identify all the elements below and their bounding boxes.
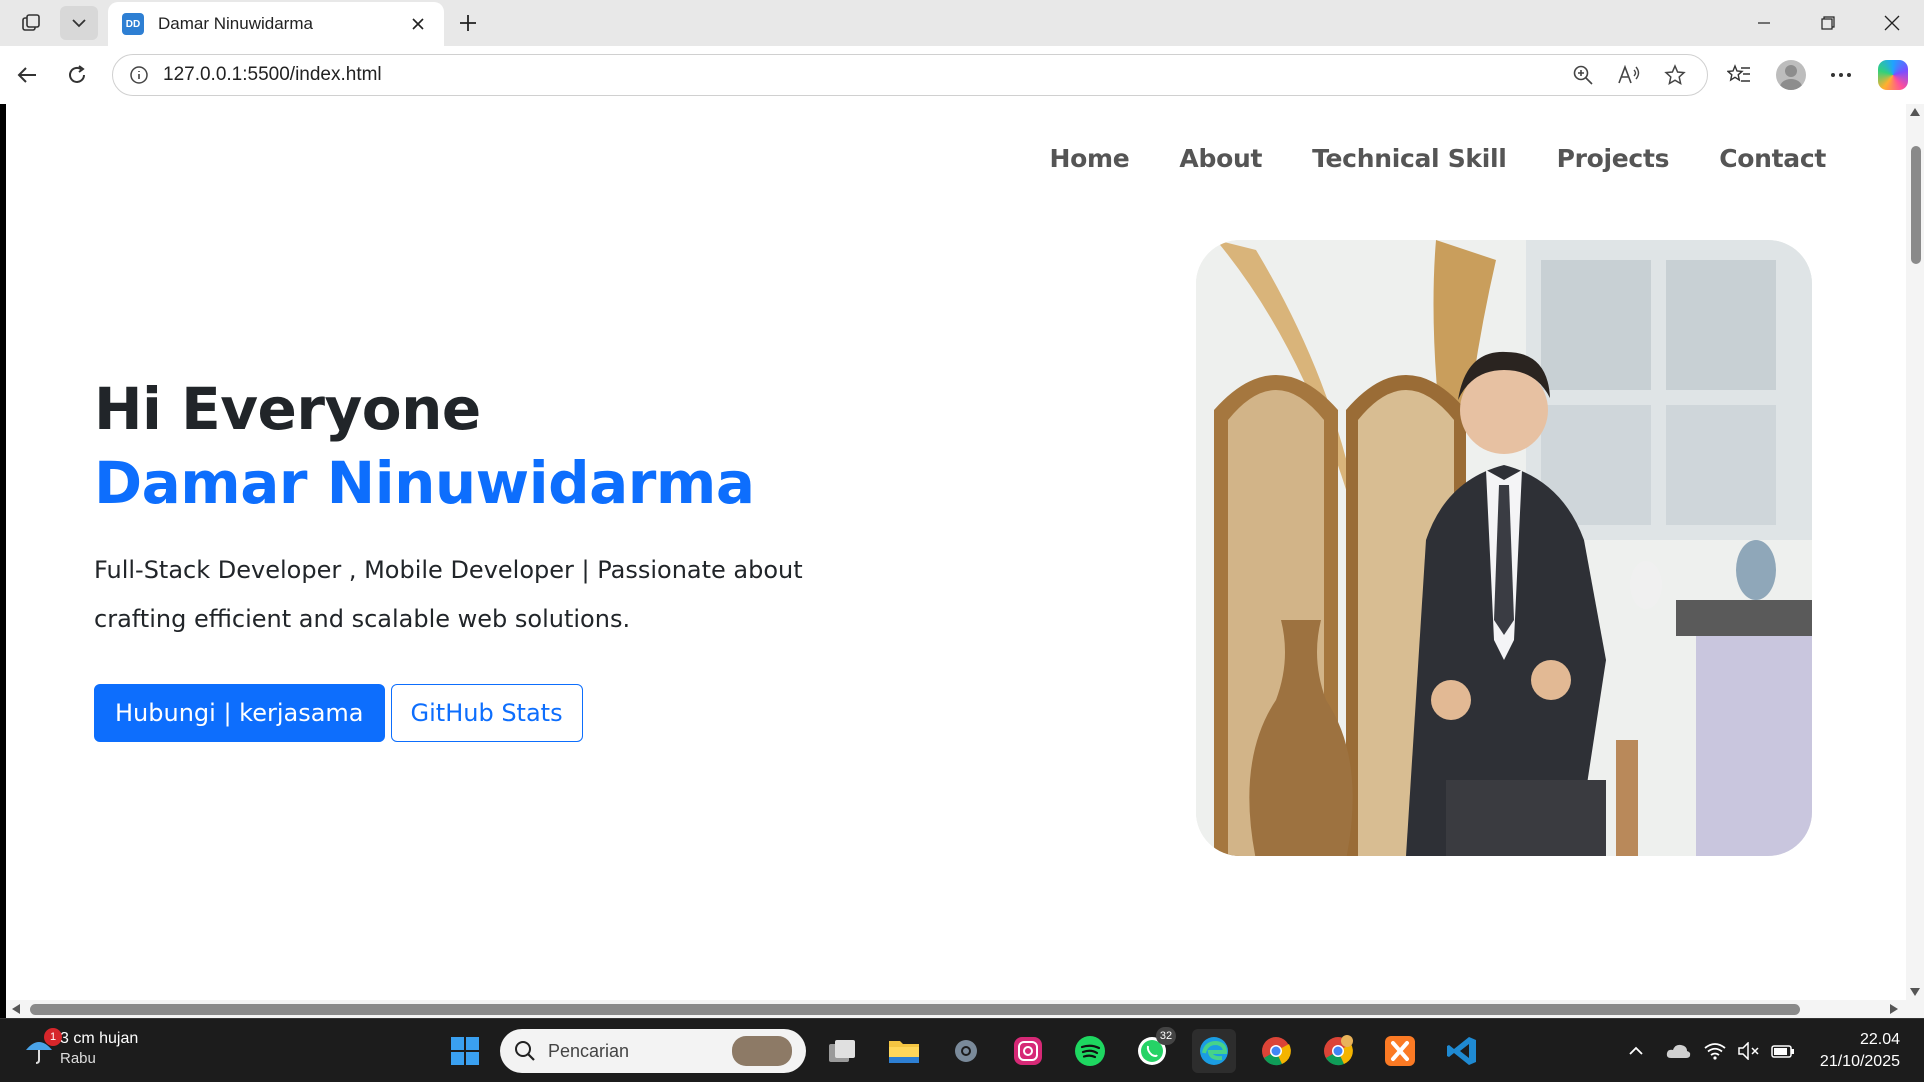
weather-day: Rabu bbox=[60, 1050, 96, 1067]
clock-time: 22.04 bbox=[1859, 1031, 1900, 1048]
nav-contact[interactable]: Contact bbox=[1719, 144, 1826, 173]
address-bar[interactable]: 127.0.0.1:5500/index.html bbox=[112, 54, 1708, 96]
windows-taskbar: 1 3 cm hujan Rabu Pencarian 32 22.04 21/… bbox=[0, 1018, 1924, 1082]
onedrive-cloud-icon[interactable] bbox=[1658, 1029, 1698, 1073]
wifi-icon[interactable] bbox=[1698, 1029, 1732, 1073]
windows-start-icon[interactable] bbox=[443, 1029, 487, 1073]
edge-browser-icon[interactable] bbox=[1192, 1029, 1236, 1073]
site-info-icon[interactable] bbox=[129, 65, 149, 85]
reload-icon[interactable] bbox=[60, 58, 94, 92]
site-navbar: Home About Technical Skill Projects Cont… bbox=[1050, 144, 1827, 173]
task-view-icon[interactable] bbox=[820, 1029, 864, 1073]
contact-button[interactable]: Hubungi | kerjasama bbox=[94, 684, 385, 742]
file-explorer-icon[interactable] bbox=[882, 1029, 926, 1073]
hero-name: Damar Ninuwidarma bbox=[94, 449, 755, 517]
url-text[interactable]: 127.0.0.1:5500/index.html bbox=[163, 64, 1553, 86]
profile-avatar[interactable] bbox=[1772, 56, 1810, 94]
chrome-icon[interactable] bbox=[1254, 1029, 1298, 1073]
vscode-icon[interactable] bbox=[1440, 1029, 1484, 1073]
new-tab-plus-icon[interactable] bbox=[450, 6, 486, 40]
restore-icon[interactable] bbox=[1796, 0, 1860, 46]
volume-muted-icon[interactable] bbox=[1732, 1029, 1766, 1073]
zoom-icon[interactable] bbox=[1567, 59, 1599, 91]
browser-titlebar: DD Damar Ninuwidarma bbox=[0, 0, 1924, 46]
weather-badge: 1 bbox=[44, 1028, 62, 1046]
horizontal-scroll-thumb[interactable] bbox=[30, 1004, 1800, 1015]
nav-about[interactable]: About bbox=[1179, 144, 1262, 173]
show-hidden-icons-chevron-icon[interactable] bbox=[1614, 1029, 1658, 1073]
favorite-star-icon[interactable] bbox=[1659, 59, 1691, 91]
weather-temp: 3 cm hujan bbox=[60, 1030, 139, 1047]
workspaces-icon[interactable] bbox=[12, 6, 50, 40]
page-viewport: Home About Technical Skill Projects Cont… bbox=[6, 104, 1924, 1018]
instagram-icon[interactable] bbox=[1006, 1029, 1050, 1073]
close-tab-icon[interactable] bbox=[406, 12, 430, 36]
hero-tagline: Full-Stack Developer , Mobile Developer … bbox=[94, 556, 803, 633]
system-tray: 22.04 21/10/2025 bbox=[1614, 1019, 1924, 1082]
nav-technical-skill[interactable]: Technical Skill bbox=[1312, 144, 1507, 173]
battery-icon[interactable] bbox=[1766, 1029, 1800, 1073]
favorites-list-icon[interactable] bbox=[1720, 56, 1758, 94]
vertical-scroll-thumb[interactable] bbox=[1911, 146, 1921, 264]
system-clock[interactable]: 22.04 21/10/2025 bbox=[1820, 1029, 1900, 1073]
settings-gear-icon[interactable] bbox=[944, 1029, 988, 1073]
nav-home[interactable]: Home bbox=[1050, 144, 1130, 173]
taskbar-search[interactable]: Pencarian bbox=[500, 1029, 806, 1073]
favicon-icon: DD bbox=[122, 13, 144, 35]
search-icon bbox=[515, 1041, 535, 1061]
whatsapp-badge: 32 bbox=[1156, 1027, 1176, 1045]
spotify-icon[interactable] bbox=[1068, 1029, 1112, 1073]
hero-buttons: Hubungi | kerjasama GitHub Stats bbox=[94, 684, 914, 742]
back-arrow-icon[interactable] bbox=[10, 58, 44, 92]
chrome-profile-icon[interactable] bbox=[1316, 1029, 1360, 1073]
hero-greeting: Hi Everyone bbox=[94, 375, 481, 443]
search-placeholder: Pencarian bbox=[548, 1040, 630, 1061]
github-stats-button[interactable]: GitHub Stats bbox=[390, 684, 583, 742]
weather-widget[interactable]: 1 3 cm hujan Rabu bbox=[22, 1028, 139, 1069]
minimize-icon[interactable] bbox=[1732, 0, 1796, 46]
profile-photo bbox=[1196, 240, 1812, 856]
xampp-icon[interactable] bbox=[1378, 1029, 1422, 1073]
whatsapp-icon[interactable]: 32 bbox=[1130, 1027, 1176, 1073]
search-highlight-image bbox=[732, 1036, 792, 1066]
more-menu-icon[interactable] bbox=[1822, 56, 1860, 94]
rain-umbrella-icon: 1 bbox=[22, 1028, 62, 1066]
browser-tab[interactable]: DD Damar Ninuwidarma bbox=[108, 2, 444, 46]
close-window-icon[interactable] bbox=[1860, 0, 1924, 46]
tab-title: Damar Ninuwidarma bbox=[158, 14, 313, 33]
vertical-scrollbar[interactable] bbox=[1906, 104, 1924, 1018]
browser-toolbar: 127.0.0.1:5500/index.html bbox=[0, 46, 1924, 104]
clock-date: 21/10/2025 bbox=[1819, 1053, 1900, 1070]
read-aloud-icon[interactable] bbox=[1613, 59, 1645, 91]
nav-projects[interactable]: Projects bbox=[1557, 144, 1670, 173]
copilot-icon[interactable] bbox=[1874, 56, 1912, 94]
tab-list-chevron-icon[interactable] bbox=[60, 6, 98, 40]
horizontal-scrollbar[interactable] bbox=[6, 1000, 1906, 1018]
hero-section: Hi Everyone Damar Ninuwidarma Full-Stack… bbox=[94, 372, 914, 742]
